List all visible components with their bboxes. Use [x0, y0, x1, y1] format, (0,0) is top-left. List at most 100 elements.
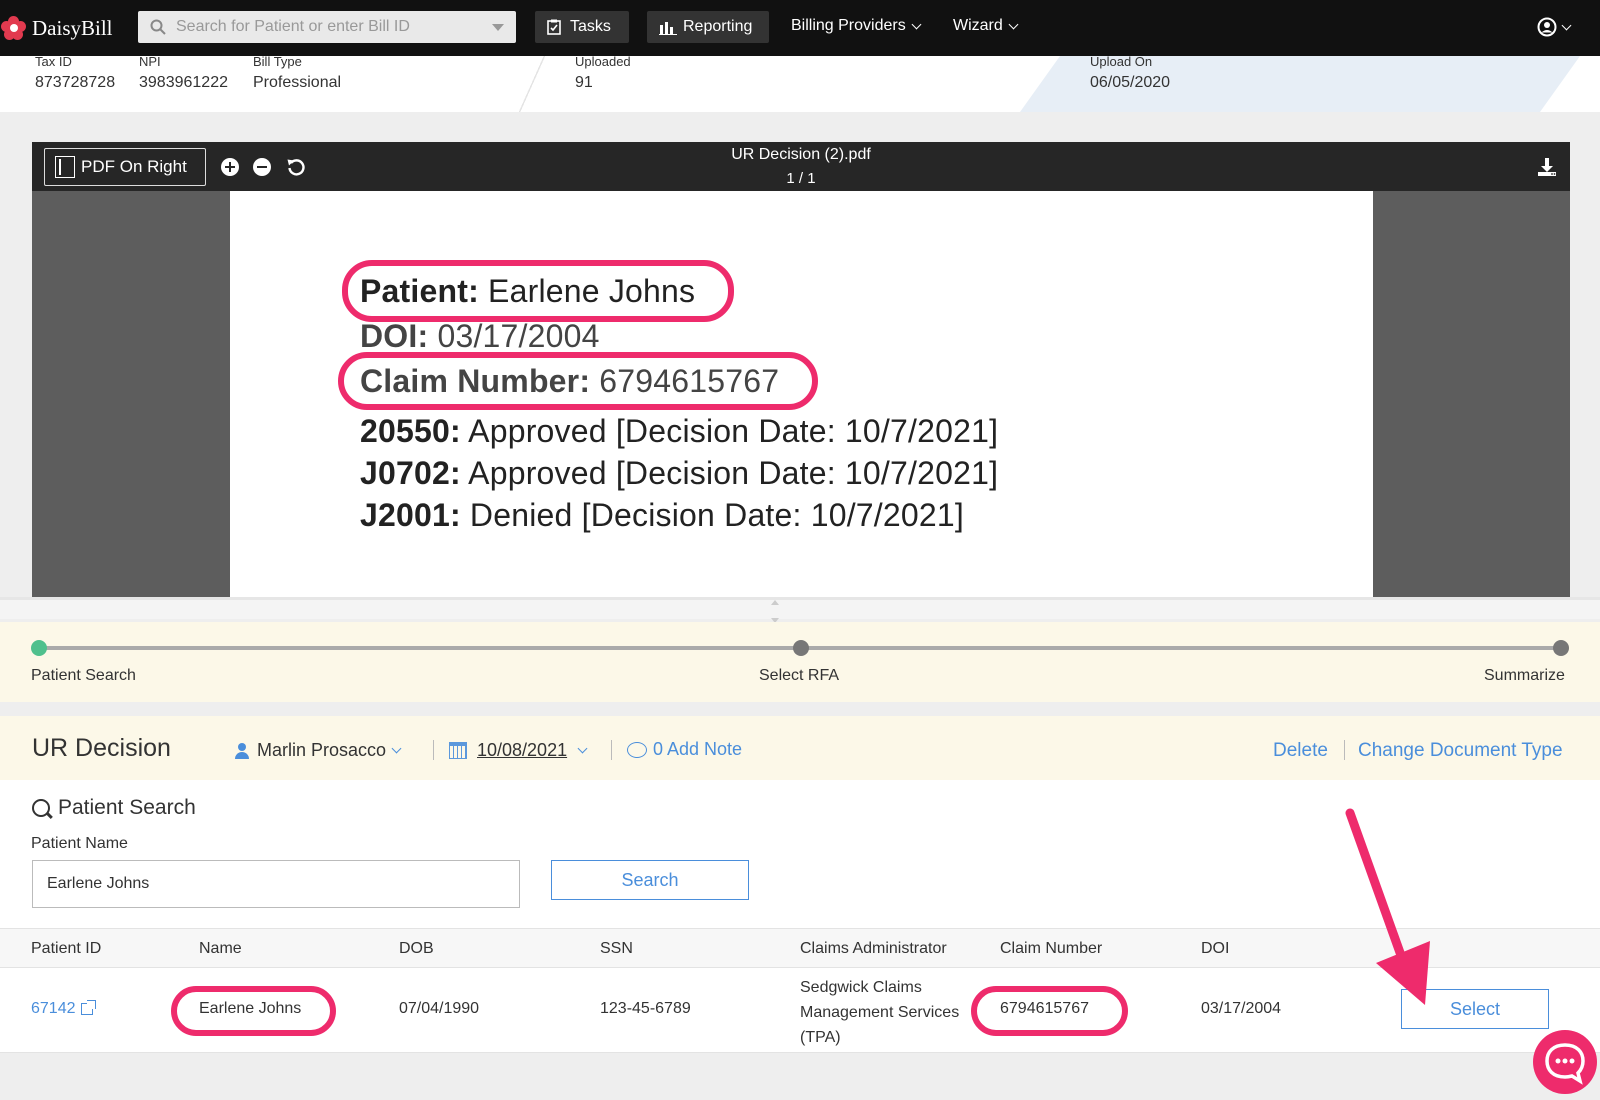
- change-document-type-link[interactable]: Change Document Type: [1358, 740, 1563, 762]
- chevron-down-icon: [391, 743, 402, 754]
- divider: [611, 740, 612, 760]
- global-search-input[interactable]: [176, 18, 476, 36]
- upload-on-value: 06/05/2020: [1090, 74, 1171, 91]
- bar-chart-icon: [659, 21, 677, 35]
- tax-id-label: Tax ID: [35, 56, 72, 69]
- chat-icon: [1545, 1043, 1585, 1085]
- daisy-logo-icon: [1, 16, 26, 40]
- chevron-down-icon: [577, 743, 588, 754]
- pdf-page-indicator: 1 / 1: [786, 170, 816, 187]
- pdf-viewer: PDF On Right UR Decision (2).pdf 1 / 1 P…: [32, 142, 1570, 597]
- step-dot-summarize: [1553, 640, 1569, 656]
- panel-splitter[interactable]: [0, 597, 1600, 619]
- document-type-title: UR Decision: [32, 734, 171, 762]
- step-dot-patient-search: [31, 640, 47, 656]
- col-claim-number: Claim Number: [1000, 940, 1103, 957]
- patient-id-link[interactable]: 67142: [31, 1000, 96, 1018]
- billing-providers-menu[interactable]: Billing Providers: [791, 17, 922, 35]
- user-circle-icon: [1537, 17, 1557, 37]
- info-divider: [499, 56, 565, 112]
- pdf-line-code-1: 20550: Approved [Decision Date: 10/7/202…: [360, 413, 999, 449]
- pdf-line-code-2: J0702: Approved [Decision Date: 10/7/202…: [360, 455, 999, 491]
- col-ssn: SSN: [600, 940, 633, 957]
- progress-stepper: Patient Search Select RFA Summarize: [0, 622, 1600, 702]
- chevron-down-icon: [1561, 20, 1572, 30]
- brand-logo[interactable]: DaisyBill: [0, 0, 134, 56]
- col-doi: DOI: [1201, 940, 1230, 957]
- step-dot-select-rfa: [793, 640, 809, 656]
- assigned-user-name: Marlin Prosacco: [257, 740, 387, 760]
- search-dropdown-icon[interactable]: [492, 24, 504, 31]
- uploaded-value: 91: [575, 74, 593, 91]
- external-link-icon: [80, 1000, 96, 1015]
- account-menu[interactable]: [1537, 17, 1572, 37]
- uploaded-label: Uploaded: [575, 56, 631, 69]
- global-search[interactable]: [138, 11, 516, 43]
- step-label-summarize: Summarize: [1484, 667, 1565, 684]
- patient-id-value: 67142: [31, 1000, 76, 1017]
- chevron-down-icon: [911, 19, 922, 29]
- patient-name-label: Patient Name: [31, 835, 128, 852]
- highlight-claim-oval: [338, 352, 818, 410]
- splitter-up-icon: [771, 600, 779, 605]
- patient-name-input[interactable]: [32, 860, 520, 908]
- search-icon: [32, 799, 50, 817]
- wizard-menu[interactable]: Wizard: [953, 17, 1019, 35]
- search-button[interactable]: Search: [551, 860, 749, 900]
- document-date-select[interactable]: 10/08/2021: [449, 740, 588, 761]
- col-claims-administrator: Claims Administrator: [800, 940, 947, 957]
- npi-value: 3983961222: [139, 74, 228, 91]
- tasks-label: Tasks: [570, 18, 611, 35]
- col-name: Name: [199, 940, 242, 957]
- pdf-line-doi: DOI: 03/17/2004: [360, 318, 600, 354]
- page-footer: [0, 1053, 1600, 1100]
- admin-line-2: Management Services: [800, 1004, 960, 1021]
- comment-icon: [627, 741, 647, 758]
- divider: [1344, 740, 1345, 760]
- add-note-label: 0 Add Note: [653, 739, 743, 759]
- user-icon: [235, 742, 249, 759]
- download-icon[interactable]: [1536, 156, 1558, 178]
- calendar-icon: [449, 742, 467, 759]
- billing-providers-label: Billing Providers: [791, 17, 906, 34]
- chevron-down-icon: [1008, 19, 1019, 29]
- add-note-link[interactable]: 0 Add Note: [627, 739, 742, 760]
- chat-button[interactable]: [1533, 1030, 1597, 1094]
- assigned-user-select[interactable]: Marlin Prosacco: [235, 740, 402, 761]
- tasks-button[interactable]: Tasks: [535, 11, 629, 43]
- admin-line-1: Sedgwick Claims: [800, 979, 922, 996]
- document-header: UR Decision Marlin Prosacco 10/08/2021 0…: [0, 715, 1600, 780]
- reporting-button[interactable]: Reporting: [647, 11, 769, 43]
- brand-name: DaisyBill: [32, 15, 113, 40]
- pdf-file-name: UR Decision (2).pdf: [731, 146, 871, 163]
- bill-type-value: Professional: [253, 74, 342, 91]
- tax-id-value: 873728728: [35, 74, 116, 91]
- claims-administrator-cell: Sedgwick Claims Management Services (TPA…: [800, 975, 959, 1050]
- highlight-name-oval: [171, 986, 336, 1036]
- bill-info-bar: Tax ID 873728728 NPI 3983961222 Bill Typ…: [0, 56, 1600, 112]
- highlight-claim-number-oval: [971, 986, 1128, 1036]
- pdf-toolbar: PDF On Right UR Decision (2).pdf 1 / 1: [32, 142, 1570, 191]
- pdf-page: Patient: Earlene Johns DOI: 03/17/2004 C…: [230, 191, 1373, 597]
- col-dob: DOB: [399, 940, 434, 957]
- upload-on-label: Upload On: [1090, 56, 1153, 69]
- patient-search-heading: Patient Search: [58, 796, 196, 819]
- search-icon: [150, 19, 166, 35]
- top-nav: DaisyBill Tasks Reporting Billing Provid…: [0, 0, 1600, 56]
- admin-line-3: (TPA): [800, 1029, 841, 1046]
- document-date: 10/08/2021: [477, 740, 568, 760]
- annotation-arrow-icon: [1345, 808, 1430, 1005]
- delete-link[interactable]: Delete: [1273, 740, 1328, 762]
- dob-cell: 07/04/1990: [399, 1000, 480, 1017]
- divider: [433, 740, 434, 760]
- ssn-cell: 123-45-6789: [600, 1000, 691, 1017]
- step-label-select-rfa: Select RFA: [759, 667, 840, 684]
- pdf-line-code-3: J2001: Denied [Decision Date: 10/7/2021]: [360, 497, 964, 533]
- clipboard-icon: [547, 19, 561, 35]
- bill-type-label: Bill Type: [253, 56, 302, 69]
- npi-label: NPI: [139, 56, 161, 69]
- wizard-label: Wizard: [953, 17, 1003, 34]
- highlight-patient-oval: [342, 260, 734, 322]
- patient-search-title: Patient Search: [32, 796, 196, 820]
- step-label-patient-search: Patient Search: [31, 667, 136, 684]
